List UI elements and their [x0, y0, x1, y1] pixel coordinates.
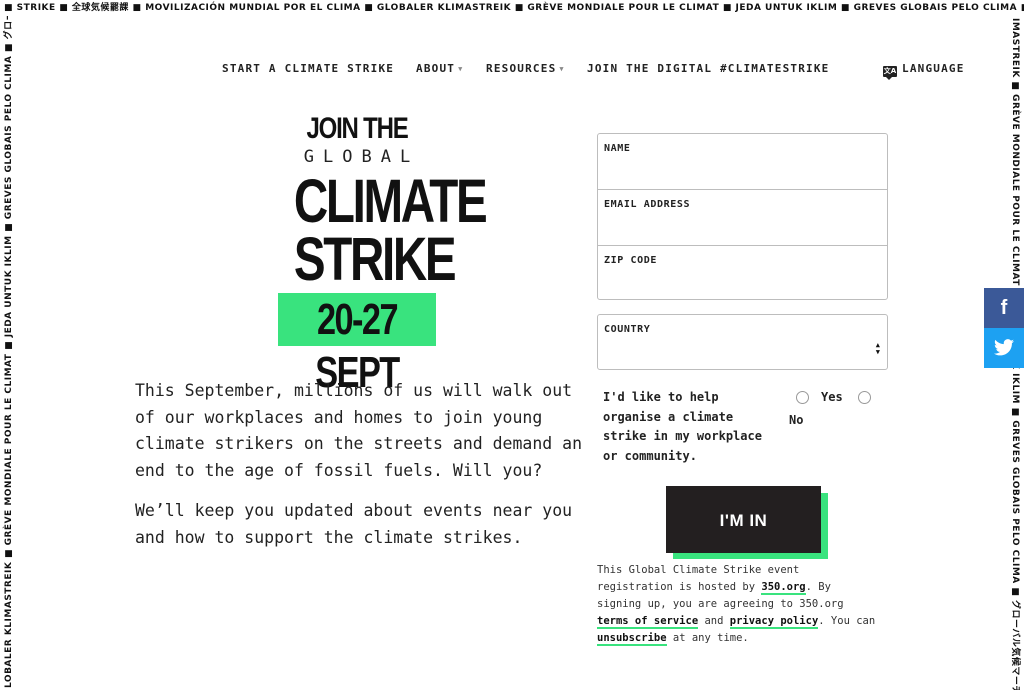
link-privacy-policy[interactable]: privacy policy: [729, 615, 819, 629]
country-label: COUNTRY: [604, 324, 651, 335]
facebook-share-button[interactable]: f: [984, 288, 1024, 328]
language-label: LANGUAGE: [902, 62, 965, 75]
country-select[interactable]: COUNTRY ▲ ▼: [597, 314, 888, 370]
nav-resources[interactable]: RESOURCES ▼: [486, 62, 565, 75]
link-terms-of-service[interactable]: terms of service: [597, 615, 699, 629]
nav-resources-label: RESOURCES: [486, 62, 557, 75]
hero-climate-text: CLIMATE: [293, 167, 488, 235]
link-350org[interactable]: 350.org: [761, 581, 806, 595]
name-field[interactable]: NAME: [598, 134, 887, 190]
language-selector[interactable]: 文A LANGUAGE: [883, 62, 965, 80]
nav-about[interactable]: ABOUT ▼: [416, 62, 464, 75]
facebook-icon: f: [1000, 297, 1008, 319]
name-label: NAME: [604, 143, 631, 154]
email-label: EMAIL ADDRESS: [604, 199, 691, 210]
email-input[interactable]: [604, 210, 881, 228]
twitter-icon: [994, 339, 1014, 356]
yes-radio[interactable]: [796, 391, 809, 404]
nav-about-label: ABOUT: [416, 62, 456, 75]
disclaimer-text: . You can: [818, 615, 876, 627]
hero-logo: JOIN THE GLOBAL CLIMATE STRIKE 20-27 SEP…: [276, 112, 488, 397]
hero-join-text: JOIN THE: [306, 112, 408, 145]
name-input[interactable]: [604, 154, 881, 172]
disclaimer-text: at any time.: [666, 632, 749, 644]
disclaimer-text: and: [698, 615, 730, 627]
zip-label: ZIP CODE: [604, 255, 657, 266]
no-radio-label[interactable]: No: [789, 413, 803, 427]
hero-global-text: GLOBAL: [303, 147, 420, 167]
organise-question: I'd like to help organise a climate stri…: [603, 390, 762, 463]
link-unsubscribe[interactable]: unsubscribe: [597, 632, 667, 646]
chevron-down-icon: ▼: [559, 65, 565, 73]
chevron-down-icon: ▼: [458, 65, 464, 73]
zip-input[interactable]: [604, 266, 881, 284]
intro-paragraph-1: This September, millions of us will walk…: [135, 381, 583, 480]
ticker-left: LOBALER KLIMASTREIK ■ GRÈVE MONDIALE POU…: [4, 16, 14, 688]
nav-digital-strike[interactable]: JOIN THE DIGITAL #CLIMATESTRIKE: [587, 62, 830, 75]
hero-strike-text: STRIKE: [293, 225, 457, 293]
submit-button[interactable]: I'M IN: [666, 486, 821, 553]
intro-copy: This September, millions of us will walk…: [135, 378, 590, 565]
zip-field[interactable]: ZIP CODE: [598, 246, 887, 299]
ticker-top: ■ STRIKE ■ 全球気候罷課 ■ MOVILIZACIÓN MUNDIAL…: [4, 3, 1024, 13]
disclaimer: This Global Climate Strike event registr…: [597, 562, 877, 647]
nav-start-strike[interactable]: START A CLIMATE STRIKE: [222, 62, 394, 75]
twitter-share-button[interactable]: [984, 328, 1024, 368]
select-arrows-icon: ▲ ▼: [875, 341, 880, 356]
signup-form-fields: NAME EMAIL ADDRESS ZIP CODE: [597, 133, 888, 300]
translate-icon: 文A: [883, 66, 897, 80]
email-field[interactable]: EMAIL ADDRESS: [598, 190, 887, 245]
intro-paragraph-2: We’ll keep you updated about events near…: [135, 501, 573, 547]
hero-dates-badge: 20-27 SEPT: [278, 293, 436, 397]
yes-radio-label[interactable]: Yes: [821, 390, 843, 404]
no-radio[interactable]: [858, 391, 871, 404]
